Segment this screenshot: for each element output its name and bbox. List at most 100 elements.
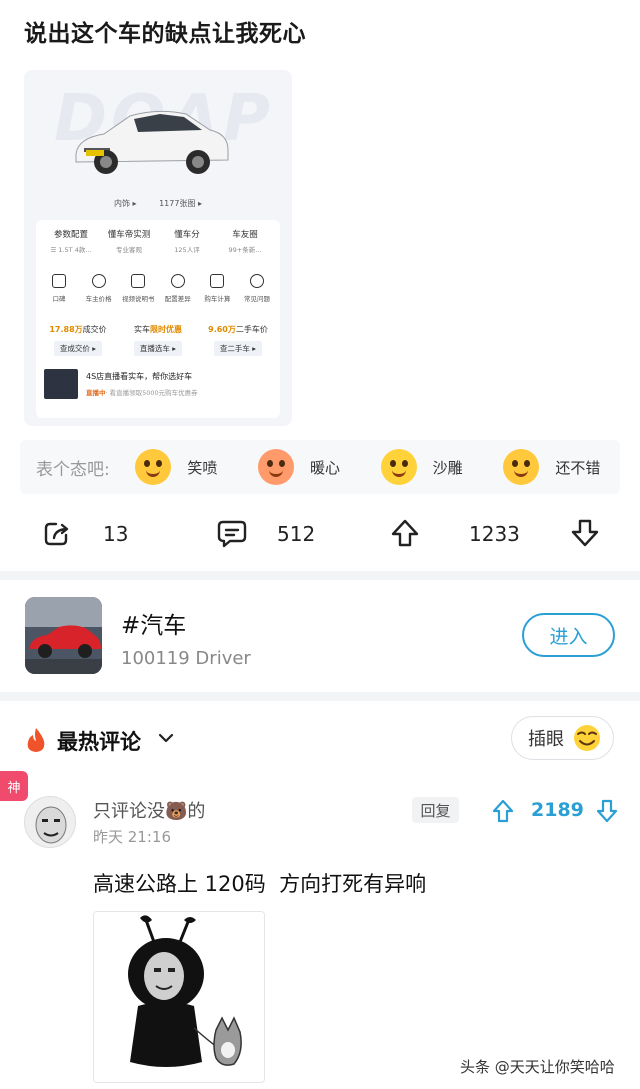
price-button: 查成交价 ▸ xyxy=(53,341,103,356)
smirk-face-icon xyxy=(503,449,540,485)
price-value: 17.88万 xyxy=(49,325,83,334)
price-button: 直播选车 ▸ xyxy=(133,341,183,356)
comment-time: 昨天 21:16 xyxy=(93,828,171,846)
reaction-label: 表个态吧: xyxy=(36,459,110,480)
comment-upvote-icon[interactable] xyxy=(492,799,514,823)
yen-icon xyxy=(91,274,106,288)
stat-sub: ☰ 1.5T 4款... xyxy=(50,246,92,254)
share-count: 13 xyxy=(103,522,129,546)
stat-item: 懂车帝实测 专业客观 xyxy=(100,228,158,254)
stat-title: 车友圈 xyxy=(232,230,258,240)
price-label: 实车 xyxy=(134,325,150,334)
comment-downvote-icon[interactable] xyxy=(596,799,618,823)
post-image[interactable]: DOAP 内饰 ▸ 1177张图 ▸ 参数配置☰ 1.5T 4款... 懂车帝实… xyxy=(24,70,292,426)
reaction-name: 还不错 xyxy=(555,458,601,477)
stat-sub: 99+条新... xyxy=(228,246,262,254)
live-status: 直播中 xyxy=(86,389,106,397)
icon-item: 视频说明书 xyxy=(119,274,157,303)
icon-label: 车主价格 xyxy=(85,295,112,303)
share-icon[interactable] xyxy=(42,518,72,548)
reaction-laugh[interactable]: 笑喷 xyxy=(135,449,252,485)
stat-item: 车友圈 99+条新... xyxy=(216,228,274,254)
stat-sub: 专业客观 xyxy=(116,246,142,254)
stat-title: 懂车分 xyxy=(174,230,200,240)
live-title: 4S店直播看实车，帮你选好车 xyxy=(86,372,193,381)
price-label: 成交价 xyxy=(82,325,107,334)
price-button: 查二手车 ▸ xyxy=(213,341,263,356)
topic-subtitle: 100119 Driver xyxy=(121,648,251,669)
upvote-icon[interactable] xyxy=(390,518,420,548)
chevron-down-icon[interactable] xyxy=(158,730,174,746)
icon-item: 配置差异 xyxy=(159,274,197,303)
price-item: 9.60万二手车价查二手车 ▸ xyxy=(202,324,274,356)
topic-image[interactable] xyxy=(25,597,102,674)
live-banner: 4S店直播看实车，帮你选好车 直播中· 看直播领取5000元购车优惠券 xyxy=(44,366,272,402)
stat-item: 懂车分 125人评 xyxy=(158,228,216,254)
topic-title[interactable]: #汽车 xyxy=(121,606,186,640)
stat-sub: 125人评 xyxy=(174,246,200,254)
price-value: 9.60万 xyxy=(208,325,236,334)
image-stats: 参数配置 ☰ 1.5T 4款... 懂车帝实测专业客观 懂车分 125人评 车友圈 9… xyxy=(42,228,274,254)
section-divider xyxy=(0,692,640,701)
insert-eye-label: 插眼 xyxy=(528,729,564,750)
price-item: 17.88万成交价查成交价 ▸ xyxy=(42,324,114,356)
question-icon xyxy=(249,274,264,288)
gallery-link: 1177张图 ▸ xyxy=(159,199,203,208)
video-icon xyxy=(131,274,146,288)
stat-item: 参数配置 ☰ 1.5T 4款... xyxy=(42,228,100,254)
laughing-tears-icon xyxy=(135,449,172,485)
stat-title: 参数配置 xyxy=(53,230,88,240)
insert-eye-button[interactable]: 插眼 xyxy=(511,716,614,760)
image-icon-row: 口碑 车主价格 视频说明书 配置差异 购车计算 常见问题 xyxy=(40,274,276,303)
upvote-count: 1233 xyxy=(469,522,520,546)
icon-item: 口碑 xyxy=(40,274,78,303)
image-prices: 17.88万成交价查成交价 ▸ 实车限时优惠直播选车 ▸ 9.60万二手车价查二… xyxy=(42,324,274,356)
icon-label: 常见问题 xyxy=(243,295,270,303)
silly-face-icon xyxy=(380,449,417,485)
bookmark-icon xyxy=(52,274,66,288)
avatar[interactable] xyxy=(24,796,76,848)
car-image xyxy=(75,110,229,174)
reaction-notbad[interactable]: 还不错 xyxy=(503,449,620,485)
watermark: 头条 @天天让你笑哈哈 xyxy=(460,1056,615,1077)
post-title: 说出这个车的缺点让我死心 xyxy=(24,21,306,47)
comment-username[interactable]: 只评论没🐻的 xyxy=(93,797,205,823)
reply-button[interactable]: 回复 xyxy=(412,797,459,823)
reaction-name: 暖心 xyxy=(310,458,341,477)
calculator-icon xyxy=(210,274,225,288)
enter-topic-button[interactable]: 进入 xyxy=(522,613,615,657)
icon-label: 口碑 xyxy=(52,295,66,303)
icon-label: 视频说明书 xyxy=(121,295,155,303)
comment-count: 512 xyxy=(277,522,316,546)
comment-image[interactable] xyxy=(93,911,265,1083)
heart-hug-icon xyxy=(258,449,294,485)
live-desc: · 看直播领取5000元购车优惠券 xyxy=(105,389,198,397)
downvote-icon[interactable] xyxy=(570,518,600,548)
compare-icon xyxy=(170,274,185,288)
reaction-silly[interactable]: 沙雕 xyxy=(380,449,498,485)
action-bar: 13 512 1233 xyxy=(0,510,640,556)
image-links: 内饰 ▸ 1177张图 ▸ xyxy=(24,198,292,209)
god-comment-badge: 神 xyxy=(0,771,28,801)
reaction-name: 笑喷 xyxy=(187,458,218,477)
comment-icon[interactable] xyxy=(217,518,247,548)
icon-item: 购车计算 xyxy=(198,274,236,303)
topic-car-image xyxy=(25,597,102,674)
comment-text: 高速公路上 120码 方向打死有异响 xyxy=(93,872,427,896)
meme-face-avatar xyxy=(25,797,75,847)
interior-link: 内饰 ▸ xyxy=(113,199,137,208)
reaction-bar: 表个态吧: 笑喷 暖心 沙雕 还不错 xyxy=(20,440,620,494)
icon-label: 购车计算 xyxy=(204,295,231,303)
icon-item: 车主价格 xyxy=(80,274,118,303)
price-label: 二手车价 xyxy=(235,325,268,334)
smile-glasses-icon xyxy=(574,725,600,751)
live-thumbnail xyxy=(44,369,78,399)
stat-title: 懂车帝实测 xyxy=(107,230,151,240)
section-divider xyxy=(0,571,640,580)
icon-item: 常见问题 xyxy=(238,274,276,303)
hot-comments-title[interactable]: 最热评论 xyxy=(57,726,141,756)
comment-like-count: 2189 xyxy=(531,799,584,821)
reaction-warm[interactable]: 暖心 xyxy=(258,449,375,485)
price-value: 限时优惠 xyxy=(150,325,182,334)
price-item: 实车限时优惠直播选车 ▸ xyxy=(122,324,194,356)
